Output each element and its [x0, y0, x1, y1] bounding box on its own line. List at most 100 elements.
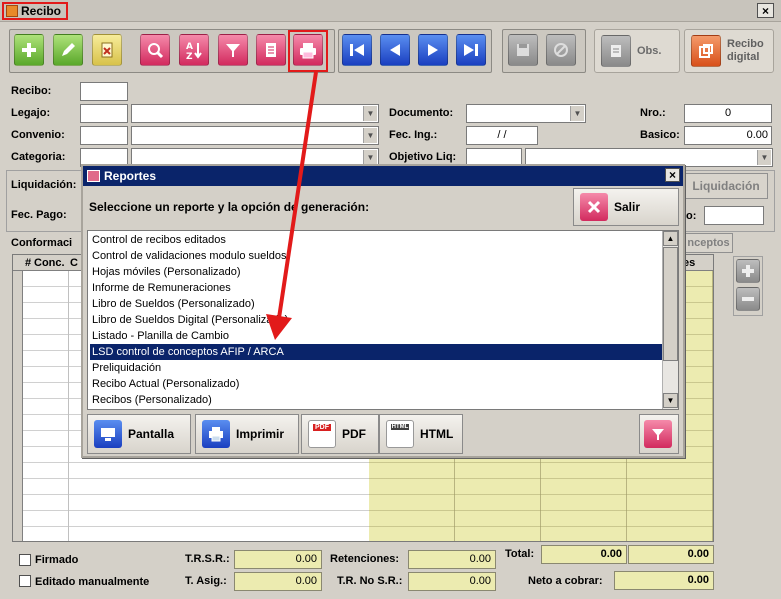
documento-label: Documento:	[389, 107, 454, 119]
dialog-filter-button[interactable]	[639, 414, 679, 454]
pdf-button[interactable]: PDF PDF	[301, 414, 379, 454]
printer-icon	[202, 420, 230, 448]
total-value-2: 0.00	[628, 545, 714, 564]
chevron-down-icon: ▼	[570, 106, 584, 121]
scroll-up-icon[interactable]: ▲	[663, 231, 678, 246]
window-close-button[interactable]: ×	[757, 3, 774, 18]
total-value-1: 0.00	[541, 545, 627, 564]
scroll-down-icon[interactable]: ▼	[663, 393, 678, 408]
dialog-close-button[interactable]: ×	[665, 168, 680, 182]
firmado-checkbox[interactable]	[19, 554, 31, 566]
filter-icon	[226, 44, 240, 57]
recibo-input[interactable]	[80, 82, 128, 101]
digital-receipt-icon	[691, 35, 721, 67]
report-item[interactable]: LSD control de conceptos AFIP / ARCA	[90, 344, 662, 360]
liquidacion-label: Liquidación:	[11, 179, 77, 191]
print-button[interactable]	[293, 34, 323, 66]
nro-input[interactable]: 0	[684, 104, 772, 123]
grid-col-hash: #	[25, 257, 32, 269]
dialog-instruction: Seleccione un reporte y la opción de gen…	[89, 200, 370, 214]
minus-icon	[742, 297, 754, 301]
report-item[interactable]: Control de recibos editados	[90, 232, 660, 248]
report-item[interactable]: Recibo Actual (Personalizado)	[90, 376, 660, 392]
legajo-combo[interactable]: ▼	[131, 104, 379, 123]
convenio-combo[interactable]: ▼	[131, 126, 379, 145]
add-button[interactable]	[14, 34, 44, 66]
next-record-button[interactable]	[418, 34, 448, 66]
cancel-button[interactable]	[546, 34, 576, 66]
delete-button[interactable]	[92, 34, 122, 66]
recibo-digital-button[interactable]: Recibo digital	[684, 29, 774, 73]
html-label: HTML	[420, 427, 454, 441]
next-icon	[428, 44, 438, 56]
chevron-down-icon: ▼	[363, 128, 377, 143]
chevron-down-icon: ▼	[363, 106, 377, 121]
pdf-file-icon: PDF	[308, 420, 336, 448]
html-button[interactable]: HTML HTML	[379, 414, 463, 454]
save-button[interactable]	[508, 34, 538, 66]
svg-text:A: A	[186, 42, 193, 52]
firmado-label: Firmado	[35, 554, 79, 566]
liquidacion-button[interactable]: Liquidación	[684, 173, 768, 199]
first-record-button[interactable]	[342, 34, 372, 66]
grid-conc-column	[23, 271, 69, 541]
svg-text:Z: Z	[186, 52, 193, 60]
pencil-icon	[62, 43, 75, 56]
report-item[interactable]: Hojas móviles (Personalizado)	[90, 264, 660, 280]
pantalla-button[interactable]: Pantalla	[87, 414, 191, 454]
report-item[interactable]: Recibos (Personalizado)	[90, 392, 660, 408]
previous-icon	[390, 44, 400, 56]
salir-label: Salir	[614, 200, 641, 214]
obs-label: Obs.	[637, 45, 662, 57]
legajo-input[interactable]	[80, 104, 128, 123]
report-item[interactable]: Libro de Sueldos Digital (Personalizado)	[90, 312, 660, 328]
pantalla-label: Pantalla	[128, 427, 175, 441]
basico-input[interactable]: 0.00	[684, 126, 772, 145]
obs-button[interactable]: Obs.	[594, 29, 680, 73]
report-item[interactable]: Informe de Remuneraciones	[90, 280, 660, 296]
trnosr-label: T.R. No S.R.:	[337, 575, 403, 587]
pdf-label: PDF	[342, 427, 366, 441]
documento-combo[interactable]: ▼	[466, 104, 586, 123]
grid-add-button[interactable]	[736, 259, 760, 283]
total-label: Total:	[505, 548, 535, 560]
grid-col-conc: Conc.	[34, 257, 65, 269]
close-icon	[580, 193, 608, 221]
filter-icon	[644, 420, 672, 448]
last-record-button[interactable]	[456, 34, 486, 66]
sort-button[interactable]: AZ	[179, 34, 209, 66]
convenio-input[interactable]	[80, 126, 128, 145]
neto-value: 0.00	[614, 571, 714, 590]
report-item[interactable]: Preliquidación	[90, 360, 660, 376]
chevron-down-icon: ▼	[757, 150, 771, 165]
save-icon	[517, 44, 529, 56]
search-button[interactable]	[140, 34, 170, 66]
first-icon	[350, 44, 364, 56]
salir-button[interactable]: Salir	[573, 188, 679, 226]
reportes-dialog: Reportes × Seleccione un reporte y la op…	[81, 164, 685, 458]
previous-record-button[interactable]	[380, 34, 410, 66]
printer-icon	[300, 43, 316, 59]
trsr-label: T.R.S.R.:	[185, 553, 230, 565]
objetivo-label: Objetivo Liq:	[389, 151, 457, 163]
trnosr-value: 0.00	[408, 572, 496, 591]
reports-scrollbar[interactable]: ▲ ▼	[662, 231, 678, 409]
imprimir-button[interactable]: Imprimir	[195, 414, 299, 454]
grid-remove-button[interactable]	[736, 287, 760, 311]
report-item[interactable]: Listado - Planilla de Cambio	[90, 328, 660, 344]
report-item[interactable]: Control de validaciones modulo sueldos	[90, 248, 660, 264]
conceptos-button[interactable]: nceptos	[684, 233, 733, 253]
editado-checkbox[interactable]	[19, 575, 31, 587]
filter-button[interactable]	[218, 34, 248, 66]
edit-button[interactable]	[53, 34, 83, 66]
editado-label: Editado manualmente	[35, 576, 150, 588]
convenio-label: Convenio:	[11, 129, 65, 141]
reports-list[interactable]: Control de recibos editados Control de va…	[87, 230, 679, 410]
scroll-thumb[interactable]	[663, 247, 678, 361]
report-item[interactable]: Libro de Sueldos (Personalizado)	[90, 296, 660, 312]
fec-ing-input[interactable]: / /	[466, 126, 538, 145]
report-list-button[interactable]	[256, 34, 286, 66]
periodo-input[interactable]	[704, 206, 764, 225]
recibo-label: Recibo:	[11, 85, 52, 97]
app-icon	[6, 5, 18, 17]
